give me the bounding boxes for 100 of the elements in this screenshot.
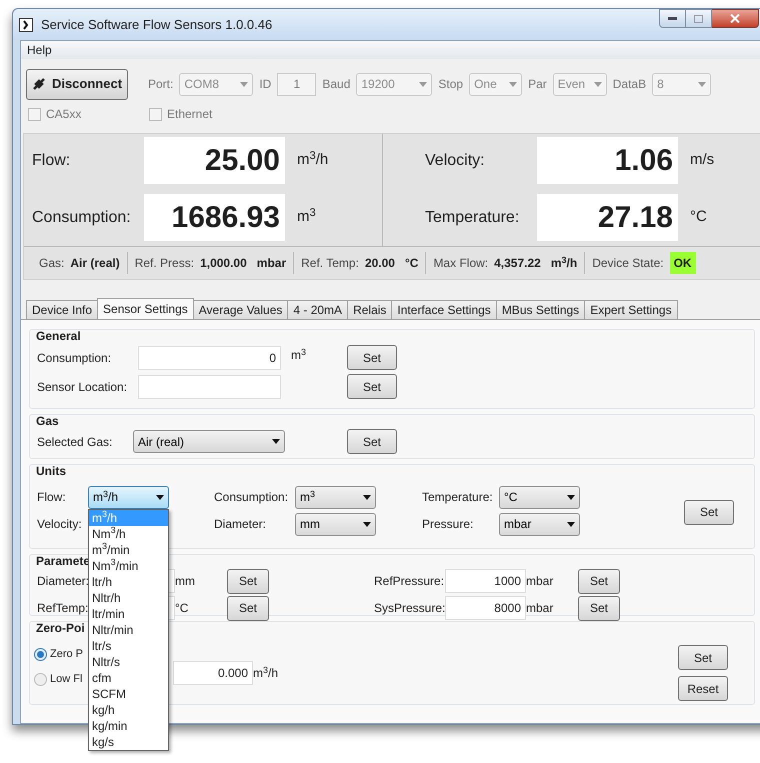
dropdown-option[interactable]: m$^{3}$/min [89,542,168,558]
info-value: 1,000.00 [200,255,247,272]
caret-icon [698,82,706,86]
dropdown-option[interactable]: kg/h [89,702,168,718]
set-button[interactable]: Reset [678,676,728,701]
info-value: 20.00 [364,255,395,272]
radio-button[interactable] [34,648,47,660]
field-label: Port: [148,76,174,93]
unit-label: °C [690,207,707,228]
set-button[interactable]: Set [347,429,397,454]
dropdown-option[interactable]: SCFM [89,686,168,702]
dropdown-option[interactable]: ltr/min [89,606,168,622]
unit-label: m$^{3}$ [291,348,306,362]
group-title: Zero-Poi [36,621,85,635]
maximize-icon [694,14,703,22]
group-title: Gas [36,414,59,428]
info-value: 4,357.22 [494,255,541,272]
input-field[interactable] [138,374,281,398]
set-button[interactable]: Set [684,500,734,524]
dropdown-option[interactable]: cfm [89,670,168,686]
field-label: Sensor Location: [37,378,128,396]
group-title: Units [36,464,66,478]
info-label: Ref. Press: [134,255,194,272]
checkbox[interactable] [149,108,162,120]
combo-box[interactable]: m$^{3}$/h [88,486,169,508]
input-field[interactable]: 8000 [445,596,526,620]
set-button[interactable]: Set [578,596,620,620]
dropdown-option[interactable]: ltr/s [89,638,168,654]
plug-icon [32,77,46,91]
dropdown-option[interactable]: kg/min [89,718,168,734]
caret-icon [509,82,518,86]
caret-icon [363,494,371,500]
reading-value: 25.00 [144,137,285,184]
dropdown-option[interactable]: ltr/h [89,574,168,590]
info-unit: °C [404,255,418,272]
field-label: ID [259,76,272,93]
set-button[interactable]: Set [227,568,269,594]
dropdown-option[interactable]: Nltr/h [89,590,168,606]
app-icon [19,18,33,32]
disconnect-button[interactable]: Disconnect [26,68,128,100]
tab[interactable]: 4 - 20mA [287,300,348,319]
unit-label: m$^{3}$/h [297,149,328,170]
tab[interactable]: Interface Settings [391,300,497,319]
group-title: General [36,329,81,343]
set-button[interactable]: Set [578,568,620,594]
field-label: Velocity: [37,516,82,533]
close-button[interactable] [712,9,759,28]
status-badge: OK [670,252,696,274]
radio-button[interactable] [34,672,47,686]
checkbox[interactable] [28,108,41,120]
dropdown-option[interactable]: Nm$^{3}$/min [89,558,168,574]
combo-box[interactable]: Air (real) [133,430,285,453]
radio-label: Low Fl [50,672,82,687]
checkbox-label: CA5xx [46,106,82,123]
dropdown-option[interactable]: kg/s [89,734,168,750]
dropdown-option[interactable]: Nm$^{3}$/h [89,526,168,542]
info-value: Air (real) [70,255,120,272]
combo-box[interactable]: m$^{3}$ [295,486,376,508]
caret-icon [419,82,428,86]
input-field[interactable]: 1000 [445,569,526,593]
unit-label: m$^{3}$ [297,206,316,228]
combo-box[interactable]: mbar [499,512,580,536]
input-field[interactable]: 0 [138,346,281,370]
set-button[interactable]: Set [347,345,397,370]
set-button[interactable]: Set [227,596,269,620]
combo-box[interactable]: mm [295,512,376,536]
caret-icon [156,494,164,500]
field-label: DataB [612,76,646,93]
field-label: Stop [438,76,464,93]
minimize-icon [668,17,677,20]
field-label: Baud [322,76,350,93]
field-label: Consumption: [214,489,290,506]
tab[interactable]: Expert Settings [584,300,678,319]
input-field[interactable]: 1 [277,72,316,96]
input-field[interactable]: 0.000 [173,661,254,685]
tab[interactable]: Average Values [192,300,288,319]
field-label: Diameter: [37,573,90,590]
dropdown-option[interactable]: Nltr/min [89,622,168,638]
group-title: Paramete [36,554,90,568]
caret-icon [272,439,280,444]
combo-box[interactable]: °C [499,486,580,508]
tab[interactable]: Device Info [26,300,98,319]
minimize-button[interactable] [659,9,686,28]
unit-label: mbar [526,600,554,617]
field-label: SysPressure: [374,600,445,617]
info-label: Device State: [592,255,664,272]
dropdown-option[interactable]: Nltr/s [89,654,168,670]
tab[interactable]: Relais [347,300,392,319]
menu-item[interactable]: Help [27,41,52,59]
tab[interactable]: MBus Settings [496,300,586,319]
unit-label: mbar [526,573,554,590]
caret-icon [594,82,602,86]
close-icon [730,14,740,23]
set-button[interactable]: Set [347,374,397,399]
tab[interactable]: Sensor Settings [97,298,194,319]
field-label: RefPressure: [374,573,445,590]
info-label: Ref. Temp: [301,255,359,272]
set-button[interactable]: Set [678,645,728,670]
caret-icon [567,494,575,500]
radio-label: Zero P [50,646,84,662]
